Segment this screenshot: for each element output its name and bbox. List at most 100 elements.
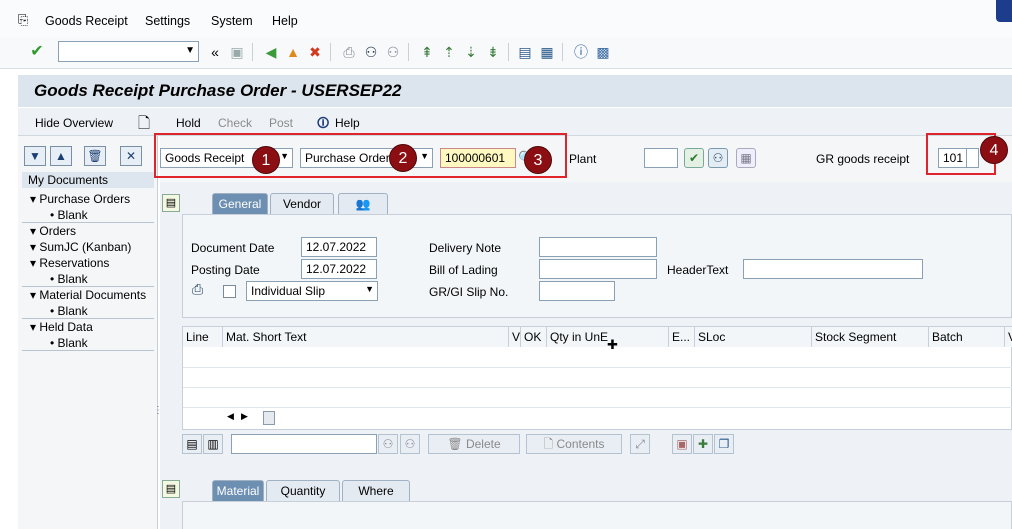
column-header-v[interactable]: V: [509, 327, 521, 347]
tree-expand-icon[interactable]: ▾: [30, 240, 36, 254]
first-page-icon[interactable]: ⇞: [418, 43, 436, 61]
plant-input[interactable]: [644, 148, 678, 168]
tab-material[interactable]: Material: [212, 480, 264, 502]
post-button[interactable]: Post: [269, 116, 293, 130]
enter-checkmark-icon[interactable]: ✔: [28, 43, 46, 61]
gr-slip-number-input[interactable]: [539, 281, 615, 301]
new-session-icon[interactable]: ▤: [516, 43, 534, 61]
item-detail-panel: [182, 501, 1012, 529]
tree-item-orders[interactable]: ▾ Orders: [30, 224, 76, 238]
bill-of-lading-input[interactable]: [539, 259, 657, 279]
menu-goods-receipt[interactable]: Goods Receipt: [45, 14, 128, 28]
table-search-input[interactable]: [231, 434, 377, 454]
help-icon[interactable]: ⓘ: [572, 43, 590, 61]
collapse-double-left-icon[interactable]: «: [206, 43, 224, 61]
expand-all-icon[interactable]: ▼: [24, 146, 46, 166]
header-toggle-icon[interactable]: ▤: [162, 194, 180, 212]
menu-exit-icon[interactable]: ⎘: [18, 12, 28, 28]
execute-icon[interactable]: ✔: [684, 148, 704, 168]
column-header-v2[interactable]: V: [1005, 327, 1012, 347]
back-icon[interactable]: ◀: [262, 43, 280, 61]
print-icon[interactable]: ⎙: [340, 43, 358, 61]
tree-item-reservations[interactable]: ▾ Reservations: [30, 256, 109, 270]
hold-button[interactable]: Hold: [176, 116, 201, 130]
column-header-line[interactable]: Line: [183, 327, 223, 347]
tab-partner[interactable]: 👥: [338, 193, 388, 215]
add-item-icon[interactable]: ✚: [693, 434, 713, 454]
column-header-sloc[interactable]: SLoc: [695, 327, 812, 347]
document-date-input[interactable]: 12.07.2022: [301, 237, 377, 257]
last-page-icon[interactable]: ⇟: [484, 43, 502, 61]
tree-item-held-data[interactable]: ▾ Held Data: [30, 320, 93, 334]
find-icon[interactable]: ⚇: [708, 148, 728, 168]
tree-expand-icon[interactable]: ▾: [30, 224, 36, 238]
slip-type-select[interactable]: Individual Slip ▼: [246, 281, 378, 301]
save-icon[interactable]: ▣: [228, 43, 246, 61]
tree-item-blank[interactable]: • Blank: [50, 272, 88, 286]
column-header-mat-short-text[interactable]: Mat. Short Text: [223, 327, 509, 347]
tree-expand-icon[interactable]: ▾: [30, 288, 36, 302]
tree-item-sumjc-kanban[interactable]: ▾ SumJC (Kanban): [30, 240, 131, 254]
tree-expand-icon[interactable]: ▾: [30, 192, 36, 206]
delete-button[interactable]: 🗑 Delete: [428, 434, 520, 454]
deselect-all-icon[interactable]: ▥: [203, 434, 223, 454]
tab-quantity[interactable]: Quantity: [266, 480, 340, 502]
tree-item-material-documents[interactable]: ▾ Material Documents: [30, 288, 146, 302]
tab-where[interactable]: Where: [342, 480, 410, 502]
table-row[interactable]: [183, 387, 1012, 388]
tree-item-blank[interactable]: • Blank: [50, 208, 88, 222]
tree-expand-icon[interactable]: ▾: [30, 320, 36, 334]
chevron-down-icon[interactable]: ▼: [365, 284, 374, 294]
exit-icon[interactable]: ▲: [284, 43, 302, 61]
expand-view-icon[interactable]: ⤢: [630, 434, 650, 454]
find-next-icon[interactable]: ⚇: [400, 434, 420, 454]
horizontal-scrollbar[interactable]: [263, 411, 275, 425]
tree-item-blank[interactable]: • Blank: [50, 304, 88, 318]
find-icon[interactable]: ⚇: [362, 43, 380, 61]
menu-help[interactable]: Help: [272, 14, 298, 28]
close-icon[interactable]: ✕: [120, 146, 142, 166]
header-text-input[interactable]: [743, 259, 923, 279]
stock-overview-icon[interactable]: ▣: [672, 434, 692, 454]
menu-system[interactable]: System: [211, 14, 253, 28]
settings-grid-icon[interactable]: ▦: [736, 148, 756, 168]
table-row[interactable]: [183, 407, 1012, 408]
tab-vendor[interactable]: Vendor: [270, 193, 334, 215]
contents-button[interactable]: 🗋 Contents: [526, 434, 622, 454]
new-document-icon[interactable]: 🗋: [138, 113, 150, 138]
delete-icon[interactable]: 🗑: [84, 146, 106, 166]
next-page-icon[interactable]: ⇣: [462, 43, 480, 61]
find-next-icon[interactable]: ⚇: [384, 43, 402, 61]
posting-date-input[interactable]: 12.07.2022: [301, 259, 377, 279]
tree-expand-icon[interactable]: ▾: [30, 256, 36, 270]
column-header-stock-segment[interactable]: Stock Segment: [812, 327, 929, 347]
tab-general[interactable]: General: [212, 193, 268, 215]
cancel-icon[interactable]: ✖: [306, 43, 324, 61]
chevron-down-icon[interactable]: ▼: [185, 45, 195, 56]
hide-overview-button[interactable]: Hide Overview: [35, 116, 113, 130]
table-row[interactable]: [183, 367, 1012, 368]
print-checkbox[interactable]: [223, 285, 236, 298]
column-header-batch[interactable]: Batch: [929, 327, 1005, 347]
command-field[interactable]: ▼: [58, 41, 199, 62]
shortcut-icon[interactable]: ▦: [538, 43, 556, 61]
menu-settings[interactable]: Settings: [145, 14, 190, 28]
item-detail-toggle-icon[interactable]: ▤: [162, 480, 180, 498]
column-header-e[interactable]: E...: [669, 327, 695, 347]
column-header-ok[interactable]: OK: [521, 327, 547, 347]
help-info-icon[interactable]: 🛈: [317, 114, 329, 135]
collapse-all-icon[interactable]: ▲: [50, 146, 72, 166]
copy-item-icon[interactable]: ❐: [714, 434, 734, 454]
window-control-icon[interactable]: [996, 0, 1012, 22]
previous-page-icon[interactable]: ⇡: [440, 43, 458, 61]
check-button[interactable]: Check: [218, 116, 252, 130]
tree-item-purchase-orders[interactable]: ▾ Purchase Orders: [30, 192, 130, 206]
find-icon[interactable]: ⚇: [378, 434, 398, 454]
customize-layout-icon[interactable]: ▩: [594, 43, 612, 61]
scroll-right-icon[interactable]: ▶: [241, 411, 248, 422]
delivery-note-input[interactable]: [539, 237, 657, 257]
tree-item-blank[interactable]: • Blank: [50, 336, 88, 350]
scroll-left-icon[interactable]: ◀: [227, 411, 234, 422]
help-button[interactable]: Help: [335, 116, 360, 130]
select-all-icon[interactable]: ▤: [182, 434, 202, 454]
